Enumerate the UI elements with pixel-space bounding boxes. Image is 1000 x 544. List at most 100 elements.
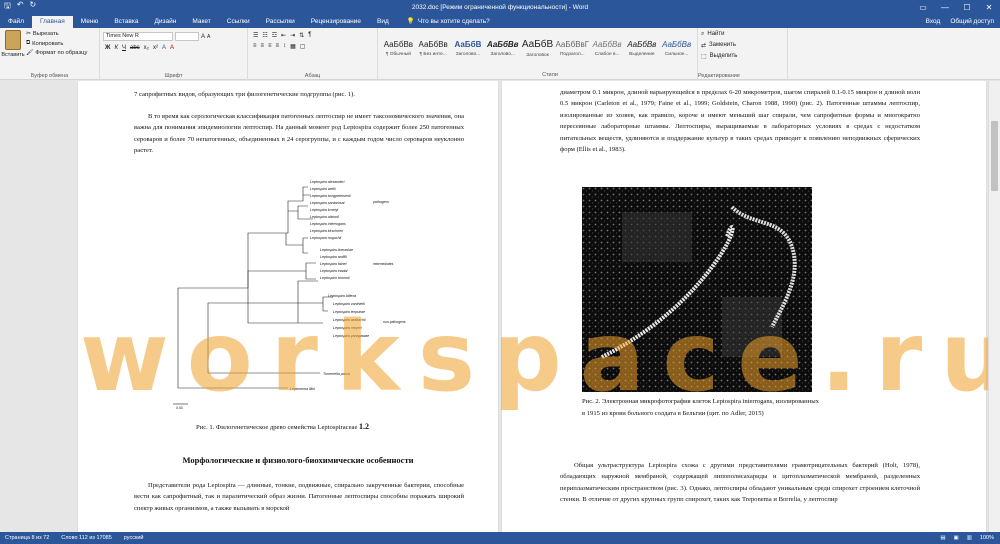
- figure-caption-number: 1.2: [359, 422, 370, 431]
- save-icon[interactable]: 🖫: [4, 0, 11, 14]
- paragraph-text: Представители рода Leptospira — длинные,…: [134, 482, 464, 512]
- decrease-indent-icon[interactable]: ⇤: [281, 32, 286, 39]
- select-label: Выделить: [709, 53, 738, 59]
- tab-home[interactable]: Главная: [31, 16, 73, 28]
- increase-indent-icon[interactable]: ⇥: [290, 32, 295, 39]
- tree-label: Leptospira yanagawae: [333, 334, 369, 338]
- tree-label: Leptospira biflexa: [328, 294, 356, 298]
- style-emphasis[interactable]: АаБбВв Выделение: [624, 31, 659, 65]
- multilevel-list-icon[interactable]: ☲: [272, 32, 277, 39]
- superscript-icon[interactable]: x²: [153, 45, 158, 51]
- document-area[interactable]: 7 сапрофитных видов, образующих три фило…: [0, 81, 1000, 532]
- paste-label: Вставить: [1, 52, 25, 58]
- document-page-left[interactable]: 7 сапрофитных видов, образующих три фило…: [78, 81, 498, 532]
- style-no-spacing[interactable]: АаБбВв ¶ Без инте...: [416, 31, 451, 65]
- text-effects-icon[interactable]: A: [162, 45, 166, 51]
- style-normal[interactable]: АаБбВв ¶ Обычный: [381, 31, 416, 65]
- zoom-level[interactable]: 100%: [980, 535, 994, 541]
- tree-label: Leptospira weilii: [310, 187, 336, 191]
- bullets-icon[interactable]: ☰: [253, 32, 258, 39]
- format-painter-button[interactable]: 🖌 Формат по образцу: [26, 50, 87, 56]
- replace-icon: ⇄: [701, 43, 707, 49]
- tab-review[interactable]: Рецензирование: [303, 16, 369, 28]
- tree-label: Leptospira kirschneri: [310, 229, 343, 233]
- justify-icon[interactable]: ≡: [276, 43, 280, 50]
- tree-label: Leptospira meyeri: [333, 326, 362, 330]
- tree-label: Leptospira wolffii: [320, 255, 347, 259]
- align-right-icon[interactable]: ≡: [268, 43, 272, 50]
- shading-icon[interactable]: ▦: [290, 43, 296, 50]
- figure-caption-text: Рис. 1. Филогенетическое древо семейства…: [196, 424, 358, 431]
- redo-icon[interactable]: ↻: [30, 0, 37, 14]
- copy-button[interactable]: ⧉ Копировать: [26, 40, 87, 47]
- style-title[interactable]: АаБбВ Заголовок: [520, 31, 555, 65]
- ribbon: Вставить ✂ Вырезать ⧉ Копировать 🖌 Формат п…: [0, 28, 1000, 80]
- align-center-icon[interactable]: ≡: [261, 43, 265, 50]
- close-button[interactable]: ✕: [978, 3, 1000, 12]
- scale-label: 0.03: [176, 406, 183, 410]
- tab-design[interactable]: Дизайн: [146, 16, 184, 28]
- font-name-select[interactable]: Times New R: [103, 32, 173, 41]
- underline-icon[interactable]: Ч: [122, 45, 126, 51]
- word-count[interactable]: Слово 112 из 17085: [61, 535, 111, 541]
- show-marks-icon[interactable]: ¶: [308, 32, 311, 39]
- undo-icon[interactable]: ↶: [17, 0, 24, 14]
- tab-insert[interactable]: Вставка: [106, 16, 146, 28]
- quick-access-toolbar: 🖫 ↶ ↻: [0, 0, 100, 14]
- tell-me-box[interactable]: 💡 Что вы хотите сделать?: [407, 17, 490, 28]
- font-color-icon[interactable]: A: [170, 45, 174, 51]
- sign-in-link[interactable]: Вход: [926, 18, 941, 25]
- page-count[interactable]: Страница 8 из 72: [5, 535, 49, 541]
- language-indicator[interactable]: русский: [124, 535, 144, 541]
- replace-button[interactable]: ⇄ Заменить: [701, 42, 784, 49]
- shrink-font-icon[interactable]: A: [207, 34, 210, 40]
- editing-group: ⌕ Найти ⇄ Заменить ⬚ Выделить Редактировани…: [698, 28, 788, 80]
- group-label-font: Шрифт: [164, 73, 183, 79]
- bold-icon[interactable]: Ж: [105, 45, 110, 51]
- grow-font-icon[interactable]: A: [201, 34, 205, 40]
- cut-button[interactable]: ✂ Вырезать: [26, 31, 87, 37]
- style-name: ¶ Без инте...: [419, 51, 447, 57]
- italic-icon[interactable]: К: [114, 45, 118, 51]
- subscript-icon[interactable]: x₂: [144, 45, 149, 51]
- ribbon-options-button[interactable]: ▭: [912, 3, 934, 12]
- style-intense-emphasis[interactable]: АаБбВв Сильное...: [659, 31, 694, 65]
- find-button[interactable]: ⌕ Найти: [701, 31, 784, 38]
- sort-icon[interactable]: ⇅: [299, 32, 304, 39]
- line-spacing-icon[interactable]: ↕: [283, 43, 286, 50]
- style-subtle-emphasis[interactable]: АаБбВв Слабое в...: [590, 31, 625, 65]
- document-page-right[interactable]: диаметром 0.1 микрон, длиной варьирующей…: [502, 81, 986, 532]
- paste-button[interactable]: Вставить: [1, 30, 25, 78]
- minimize-button[interactable]: —: [934, 3, 956, 12]
- tree-label: Leptospira vanthielii: [333, 302, 365, 306]
- tab-references[interactable]: Ссылки: [219, 16, 258, 28]
- style-name: Подзагол...: [559, 51, 585, 57]
- style-heading2[interactable]: АаБбВв Заголово...: [485, 31, 520, 65]
- strikethrough-icon[interactable]: abc: [130, 45, 140, 51]
- tab-mailings[interactable]: Рассылки: [258, 16, 303, 28]
- style-heading1[interactable]: АаБбВ Заголово...: [451, 31, 486, 65]
- tab-view[interactable]: Вид: [369, 16, 397, 28]
- tab-layout[interactable]: Макет: [184, 16, 218, 28]
- tree-label: Leptospira borgpetersenii: [310, 194, 351, 198]
- tab-menu[interactable]: Меню: [73, 16, 107, 28]
- font-size-select[interactable]: [175, 32, 199, 41]
- borders-icon[interactable]: ▢: [300, 43, 306, 50]
- style-name: Заголово...: [490, 51, 515, 57]
- vertical-scrollbar[interactable]: [988, 81, 1000, 532]
- align-left-icon[interactable]: ≡: [253, 43, 257, 50]
- group-label-clipboard: Буфер обмена: [30, 73, 69, 79]
- numbering-icon[interactable]: ☷: [262, 32, 267, 39]
- share-button[interactable]: Общий доступ: [950, 18, 994, 25]
- style-name: Заголово...: [455, 51, 481, 57]
- tab-file[interactable]: Файл: [0, 16, 32, 28]
- read-mode-icon[interactable]: ▤: [940, 535, 945, 541]
- select-button[interactable]: ⬚ Выделить: [701, 53, 784, 60]
- style-subtitle[interactable]: АаБбВвГ Подзагол...: [555, 31, 590, 65]
- title-bar: 🖫 ↶ ↻ 2032.doc [Режим ограниченной функц…: [0, 0, 1000, 14]
- scrollbar-thumb[interactable]: [991, 121, 998, 191]
- print-layout-icon[interactable]: ▣: [954, 535, 959, 541]
- text-line: 7 сапрофитных видов, образующих три фило…: [134, 91, 355, 98]
- maximize-button[interactable]: ☐: [956, 3, 978, 12]
- web-layout-icon[interactable]: ▥: [967, 535, 972, 541]
